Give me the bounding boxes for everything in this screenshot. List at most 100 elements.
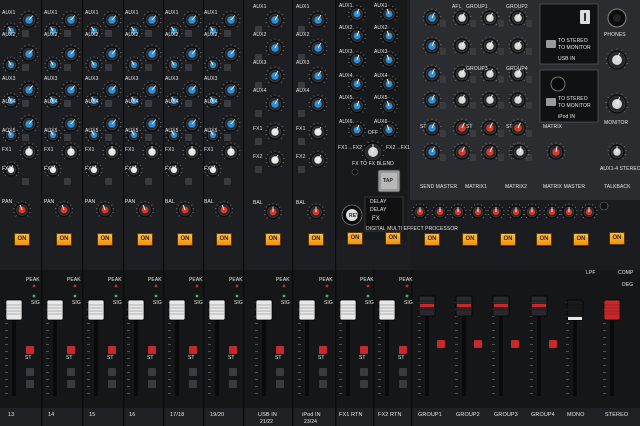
fader-scale-mark bbox=[87, 344, 90, 345]
aux-label: AUX1 bbox=[2, 10, 16, 16]
fx-rtn-on-button[interactable]: ON bbox=[347, 232, 363, 245]
channel-fader-cap[interactable] bbox=[87, 299, 105, 321]
aux-label: AUX5 bbox=[204, 128, 218, 134]
master-on-button[interactable]: ON bbox=[536, 233, 552, 246]
fader-scale-mark bbox=[603, 393, 606, 394]
pre-switch bbox=[255, 166, 262, 173]
fader-scale-mark bbox=[87, 330, 90, 331]
sig-led bbox=[32, 294, 36, 298]
master-on-button[interactable]: ON bbox=[462, 233, 478, 246]
pre-switch bbox=[22, 64, 29, 71]
channel-on-button[interactable]: ON bbox=[97, 233, 113, 246]
fader-scale-mark bbox=[530, 393, 533, 394]
fader-scale-mark bbox=[418, 386, 421, 387]
afl-switch bbox=[440, 130, 446, 137]
group-button bbox=[276, 380, 284, 388]
aux-label: AUX2 bbox=[253, 32, 267, 38]
fader-scale-mark bbox=[492, 372, 495, 373]
fader-scale-mark bbox=[603, 372, 606, 373]
fader-scale-mark bbox=[5, 323, 8, 324]
stereo-fader-cap[interactable] bbox=[603, 299, 621, 321]
fx-rtn-on-button[interactable]: ON bbox=[385, 232, 401, 245]
afl-switch bbox=[470, 20, 476, 27]
afl-label: AFL bbox=[452, 4, 462, 10]
master-on-button[interactable]: ON bbox=[424, 233, 440, 246]
fader-scale-mark bbox=[455, 393, 458, 394]
fader-scale-mark bbox=[46, 393, 49, 394]
afl-switch bbox=[470, 154, 476, 161]
channel-on-button[interactable]: ON bbox=[216, 233, 232, 246]
channel-fader-cap[interactable] bbox=[127, 299, 145, 321]
channel-fader-cap[interactable] bbox=[46, 299, 64, 321]
fader-scale-mark bbox=[168, 365, 171, 366]
fader-cap-body bbox=[255, 299, 273, 321]
channel-on-button[interactable]: ON bbox=[265, 233, 281, 246]
channel-on-button[interactable]: ON bbox=[308, 233, 324, 246]
fader-red-stripe bbox=[532, 304, 546, 307]
fader-scale-mark bbox=[127, 323, 130, 324]
channel-fader-cap[interactable] bbox=[378, 299, 396, 321]
aux-label: AUX4 bbox=[125, 99, 139, 105]
st-label: ST bbox=[188, 355, 195, 361]
fader-scale-mark bbox=[298, 344, 301, 345]
channel-on-button[interactable]: ON bbox=[56, 233, 72, 246]
channel-fader-cap[interactable] bbox=[168, 299, 186, 321]
group-button bbox=[26, 368, 34, 376]
fader-scale-mark bbox=[530, 358, 533, 359]
fader-scale-mark bbox=[168, 344, 171, 345]
channel-name-label: 21/22 bbox=[260, 419, 274, 425]
fader-scale-mark bbox=[530, 365, 533, 366]
channel-fader-cap[interactable] bbox=[298, 299, 316, 321]
channel-fader-cap[interactable] bbox=[255, 299, 273, 321]
stereo-on-button[interactable]: ON bbox=[609, 232, 625, 245]
channel-fader-cap[interactable] bbox=[339, 299, 357, 321]
peak-label: PEAK bbox=[148, 277, 162, 283]
afl-switch bbox=[470, 48, 476, 55]
channel-on-button[interactable]: ON bbox=[177, 233, 193, 246]
group-button bbox=[399, 380, 407, 388]
fx-blend-label: FX TO FX BLEND bbox=[352, 161, 394, 167]
master-on-button[interactable]: ON bbox=[573, 233, 589, 246]
pre-switch bbox=[185, 178, 192, 185]
aux-label: AUX1 bbox=[125, 10, 139, 16]
pre-switch bbox=[255, 138, 262, 145]
afl-switch bbox=[498, 48, 504, 55]
fader-scale-mark bbox=[530, 372, 533, 373]
channel-on-button[interactable]: ON bbox=[14, 233, 30, 246]
group-button bbox=[229, 368, 237, 376]
st-button bbox=[437, 340, 445, 348]
aux-label: AUX3 bbox=[85, 76, 99, 82]
pre-switch bbox=[298, 138, 305, 145]
fader-scale-mark bbox=[255, 323, 258, 324]
sig-led bbox=[73, 294, 77, 298]
fader-scale-mark bbox=[566, 344, 569, 345]
channel-on-button[interactable]: ON bbox=[137, 233, 153, 246]
pan-label: PAN bbox=[44, 199, 55, 205]
channel-fader-cap[interactable] bbox=[5, 299, 23, 321]
channel-name-label: GROUP3 bbox=[494, 412, 518, 418]
fader-scale-mark bbox=[455, 386, 458, 387]
pre-switch bbox=[22, 134, 29, 141]
fader-cap-body bbox=[127, 299, 145, 321]
usb-to-stereo-label: TO STEREO bbox=[558, 38, 588, 44]
fader-scale-mark bbox=[378, 323, 381, 324]
fx2-label: FX2 bbox=[296, 154, 306, 160]
group-button bbox=[67, 368, 75, 376]
aux-label: AUX4 bbox=[2, 99, 16, 105]
fx-aux-label: AUX2 bbox=[374, 25, 388, 31]
fader-scale-mark bbox=[566, 393, 569, 394]
channel-fader-cap[interactable] bbox=[208, 299, 226, 321]
afl-switch bbox=[498, 130, 504, 137]
pre-switch bbox=[298, 110, 305, 117]
afl-switch bbox=[526, 48, 532, 55]
fader-scale-mark bbox=[339, 365, 342, 366]
fader-scale-mark bbox=[378, 386, 381, 387]
fx2-label: FX2 bbox=[125, 166, 135, 172]
master-on-button[interactable]: ON bbox=[500, 233, 516, 246]
fader-scale-mark bbox=[378, 379, 381, 380]
afl-switch bbox=[498, 76, 504, 83]
fader-scale-mark bbox=[455, 358, 458, 359]
fader-scale-mark bbox=[255, 337, 258, 338]
pan-label: PAN bbox=[85, 199, 96, 205]
fader-scale-mark bbox=[127, 337, 130, 338]
